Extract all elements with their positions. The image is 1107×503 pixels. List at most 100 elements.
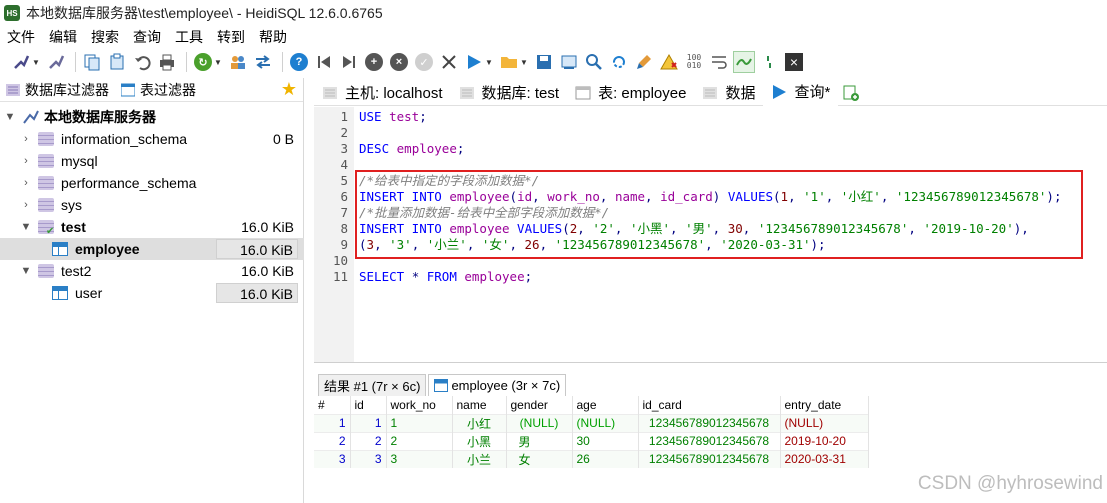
tree-root-server[interactable]: ▼ 本地数据库服务器: [0, 106, 304, 128]
tab-host[interactable]: 主机: localhost: [314, 80, 451, 106]
code-line[interactable]: 11 SELECT * FROM employee;: [314, 269, 1107, 285]
cell-work-no[interactable]: 1: [386, 413, 453, 432]
warning-icon[interactable]: [658, 51, 680, 73]
open-folder-icon[interactable]: [498, 51, 520, 73]
cell-gender[interactable]: 女: [506, 449, 573, 468]
new-query-tab-button[interactable]: [838, 80, 864, 106]
cell-id[interactable]: 3: [350, 449, 387, 468]
paste-icon[interactable]: [106, 51, 128, 73]
undo-icon[interactable]: [131, 51, 153, 73]
cell-rownum[interactable]: 3: [314, 449, 351, 468]
post-icon[interactable]: ✓: [413, 51, 435, 73]
run-icon[interactable]: [463, 51, 485, 73]
insert-record-icon[interactable]: +: [363, 51, 385, 73]
tree-item-sys[interactable]: › sys: [0, 194, 304, 216]
tab-database[interactable]: 数据库: test: [451, 80, 568, 106]
collapse-arrow-icon[interactable]: ▼: [20, 221, 32, 233]
help-icon[interactable]: ?: [288, 51, 310, 73]
cell-gender[interactable]: 男: [506, 431, 573, 450]
tree-item-test[interactable]: ▼ ✔ test 16.0 KiB: [0, 216, 304, 238]
cancel-icon[interactable]: [438, 51, 460, 73]
close-icon[interactable]: ×: [783, 51, 805, 73]
delete-record-icon[interactable]: ×: [388, 51, 410, 73]
menu-edit[interactable]: 编辑: [42, 27, 84, 47]
cell-age[interactable]: 30: [572, 431, 639, 450]
tree-item-user[interactable]: user 16.0 KiB: [0, 282, 304, 304]
cell-work-no[interactable]: 2: [386, 431, 453, 450]
cell-id-card[interactable]: 123456789012345678: [638, 413, 781, 432]
expand-arrow-icon[interactable]: ›: [20, 177, 32, 189]
cell-rownum[interactable]: 1: [314, 413, 351, 432]
col-header-name[interactable]: name: [452, 396, 507, 414]
code-line[interactable]: 3 DESC employee;: [314, 141, 1107, 157]
clean-icon[interactable]: [633, 51, 655, 73]
cell-age[interactable]: 26: [572, 449, 639, 468]
menu-file[interactable]: 文件: [0, 27, 42, 47]
format-sql-icon[interactable]: [733, 51, 755, 73]
table-row[interactable]: 3 3 3 小兰 女 26 123456789012345678 2020-03…: [314, 449, 869, 468]
cell-id[interactable]: 1: [350, 413, 387, 432]
result-grid[interactable]: # id work_no name gender age id_card ent…: [314, 396, 869, 468]
tree-item-test2[interactable]: ▼ test2 16.0 KiB: [0, 260, 304, 282]
open-dropdown-icon[interactable]: ▼: [520, 58, 530, 67]
result-tab-employee[interactable]: employee (3r × 7c): [428, 374, 567, 396]
cell-id-card[interactable]: 123456789012345678: [638, 431, 781, 450]
menu-query[interactable]: 查询: [126, 27, 168, 47]
table-row[interactable]: 2 2 2 小黑 男 30 123456789012345678 2019-10…: [314, 431, 869, 450]
refresh-dropdown-icon[interactable]: ▼: [214, 58, 224, 67]
disconnect-icon[interactable]: [45, 51, 67, 73]
code-line[interactable]: 2: [314, 125, 1107, 141]
expand-arrow-icon[interactable]: ›: [20, 133, 32, 145]
cell-name[interactable]: 小兰: [452, 449, 507, 468]
cell-entry-date[interactable]: 2020-03-31: [780, 449, 869, 468]
refresh-icon[interactable]: ↻: [192, 51, 214, 73]
copy-icon[interactable]: [81, 51, 103, 73]
snippet-icon[interactable]: [758, 51, 780, 73]
tab-data[interactable]: 数据: [694, 80, 763, 106]
save-as-icon[interactable]: [558, 51, 580, 73]
tree-item-information-schema[interactable]: › information_schema 0 B: [0, 128, 304, 150]
collapse-arrow-icon[interactable]: ▼: [20, 265, 32, 277]
col-header-id[interactable]: id: [350, 396, 387, 414]
cell-entry-date[interactable]: 2019-10-20: [780, 431, 869, 450]
replace-icon[interactable]: [608, 51, 630, 73]
wrap-icon[interactable]: [708, 51, 730, 73]
tree-item-performance-schema[interactable]: › performance_schema: [0, 172, 304, 194]
favorite-star-icon[interactable]: ★: [281, 79, 297, 100]
tab-database-filter[interactable]: 数据库过滤器: [0, 78, 115, 102]
tab-table-filter[interactable]: 表过滤器: [115, 78, 202, 102]
cell-id[interactable]: 2: [350, 431, 387, 450]
cell-gender[interactable]: (NULL): [506, 413, 573, 432]
menu-goto[interactable]: 转到: [210, 27, 252, 47]
print-icon[interactable]: [156, 51, 178, 73]
col-header-id-card[interactable]: id_card: [638, 396, 781, 414]
menu-help[interactable]: 帮助: [252, 27, 294, 47]
cell-name[interactable]: 小红: [452, 413, 507, 432]
cell-entry-date[interactable]: (NULL): [780, 413, 869, 432]
code-line[interactable]: 1 USE test;: [314, 109, 1107, 125]
col-header-rownum[interactable]: #: [314, 396, 351, 414]
run-dropdown-icon[interactable]: ▼: [485, 58, 495, 67]
tab-query[interactable]: 查询*: [763, 80, 839, 106]
expand-arrow-icon[interactable]: ›: [20, 199, 32, 211]
cell-name[interactable]: 小黑: [452, 431, 507, 450]
import-export-icon[interactable]: [252, 51, 274, 73]
menu-tools[interactable]: 工具: [168, 27, 210, 47]
cell-work-no[interactable]: 3: [386, 449, 453, 468]
binary-icon[interactable]: 100 010: [683, 51, 705, 73]
col-header-age[interactable]: age: [572, 396, 639, 414]
last-record-icon[interactable]: [338, 51, 360, 73]
menu-search[interactable]: 搜索: [84, 27, 126, 47]
table-row[interactable]: 1 1 1 小红 (NULL) (NULL) 12345678901234567…: [314, 413, 869, 432]
col-header-entry-date[interactable]: entry_date: [780, 396, 869, 414]
cell-id-card[interactable]: 123456789012345678: [638, 449, 781, 468]
first-record-icon[interactable]: [313, 51, 335, 73]
cell-rownum[interactable]: 2: [314, 431, 351, 450]
result-tab-1[interactable]: 结果 #1 (7r × 6c): [318, 374, 427, 396]
col-header-gender[interactable]: gender: [506, 396, 573, 414]
user-manager-icon[interactable]: [227, 51, 249, 73]
find-icon[interactable]: [583, 51, 605, 73]
collapse-arrow-icon[interactable]: ▼: [4, 111, 16, 123]
expand-arrow-icon[interactable]: ›: [20, 155, 32, 167]
cell-age[interactable]: (NULL): [572, 413, 639, 432]
